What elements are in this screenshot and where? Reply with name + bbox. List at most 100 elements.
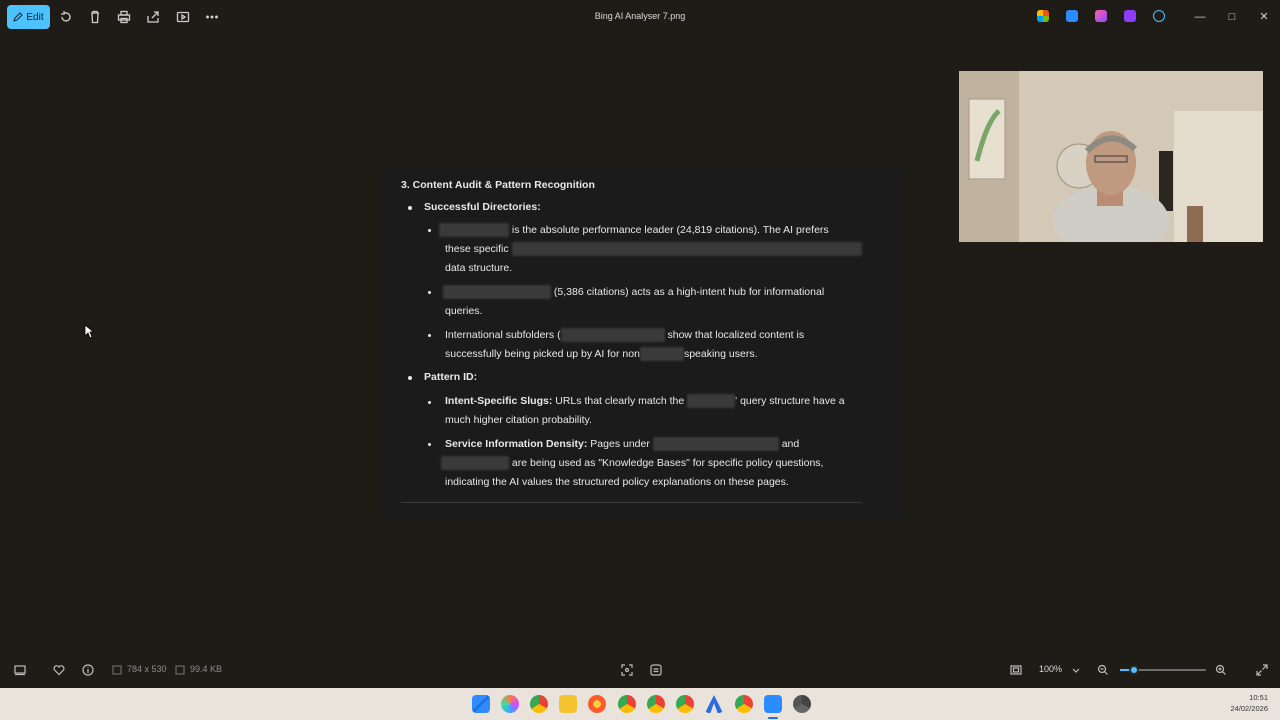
onedrive-icon[interactable] bbox=[1153, 10, 1165, 22]
sub-bullet bbox=[428, 229, 431, 232]
list-item-continuation: indicating the AI values the structured … bbox=[445, 476, 789, 488]
list-item-text: International subfolders ( bbox=[445, 329, 561, 341]
edit-button[interactable]: Edit bbox=[7, 5, 50, 29]
list-item-continuation: queries. bbox=[445, 305, 483, 317]
share-icon[interactable] bbox=[144, 8, 162, 26]
redacted-text bbox=[652, 437, 779, 452]
webcam-overlay bbox=[959, 71, 1263, 242]
chrome-dark-icon[interactable] bbox=[793, 695, 811, 713]
window-title: Bing AI Analyser 7.png bbox=[594, 11, 686, 21]
edit-label: Edit bbox=[26, 11, 44, 23]
list-item-text: successfully being picked up by AI for n… bbox=[445, 348, 640, 360]
bullet bbox=[408, 206, 412, 210]
arc-browser-icon[interactable] bbox=[705, 695, 723, 713]
more-icon[interactable] bbox=[203, 8, 221, 26]
ocr-scan-icon[interactable] bbox=[650, 663, 664, 677]
zoom-slider-thumb[interactable] bbox=[1128, 665, 1139, 675]
copilot-icon[interactable] bbox=[1037, 10, 1049, 22]
displayed-image: 3. Content Audit & Pattern Recognition S… bbox=[381, 168, 903, 520]
list-item: International subfolders ( show that loc… bbox=[445, 326, 804, 345]
list-item: (5,386 citations) acts as a high-intent … bbox=[443, 283, 824, 302]
list-item-text: these specific bbox=[445, 243, 509, 255]
list-item-continuation: successfully being picked up by AI for n… bbox=[445, 345, 758, 364]
list-item-continuation: data structure. bbox=[445, 262, 513, 274]
file-size: 99.4 KB bbox=[190, 664, 223, 674]
list-item-continuation: these specific bbox=[445, 240, 862, 259]
minimize-button[interactable]: — bbox=[1192, 9, 1208, 25]
list-item-continuation: are being used as "Knowledge Bases" for … bbox=[441, 454, 823, 473]
redacted-text bbox=[441, 456, 509, 471]
list-item-continuation: much higher citation probability. bbox=[445, 414, 592, 426]
print-icon[interactable] bbox=[115, 8, 133, 26]
active-app-indicator bbox=[768, 717, 778, 719]
image-dimensions: 784 x 530 bbox=[127, 664, 167, 674]
list-item-text: show that localized content is bbox=[667, 329, 805, 341]
designer-icon[interactable] bbox=[1066, 10, 1078, 22]
redacted-text bbox=[639, 347, 684, 362]
copilot-taskbar-icon[interactable] bbox=[501, 695, 519, 713]
fullscreen-icon[interactable] bbox=[1256, 663, 1270, 677]
sub-bullet bbox=[428, 401, 431, 404]
list-item: Intent-Specific Slugs: URLs that clearly… bbox=[445, 392, 845, 411]
chevron-down-icon[interactable] bbox=[1070, 663, 1084, 677]
zoom-out-icon[interactable] bbox=[1097, 663, 1111, 677]
zoom-level[interactable]: 100% bbox=[1039, 664, 1062, 674]
maximize-button[interactable]: □ bbox=[1224, 9, 1240, 25]
clock-date: 24/02/2026 bbox=[1230, 704, 1268, 713]
dimensions-icon bbox=[111, 663, 125, 677]
start-windows-icon[interactable] bbox=[472, 695, 490, 713]
firefox-icon[interactable] bbox=[588, 695, 606, 713]
redacted-text bbox=[443, 285, 551, 300]
horizontal-rule bbox=[401, 502, 861, 503]
fit-to-window-icon[interactable] bbox=[1010, 663, 1024, 677]
sub-bullet bbox=[428, 443, 431, 446]
mouse-cursor-icon bbox=[84, 324, 94, 339]
pattern-id-label: Pattern ID: bbox=[424, 371, 478, 383]
chrome-profile-icon[interactable] bbox=[647, 695, 665, 713]
slideshow-icon[interactable] bbox=[174, 8, 192, 26]
crop-icon[interactable] bbox=[621, 663, 635, 677]
taskbar: 10:51 24/02/2026 bbox=[0, 688, 1280, 720]
list-item-label: Service Information Density: bbox=[445, 438, 588, 450]
system-clock[interactable]: 10:51 24/02/2026 bbox=[1230, 692, 1268, 714]
list-item-text: ' query structure have a bbox=[735, 395, 845, 407]
status-bar: 784 x 530 99.4 KB 100% bbox=[0, 656, 1280, 684]
list-item-text: are being used as "Knowledge Bases" for … bbox=[511, 457, 824, 469]
list-item-text: Pages under bbox=[590, 438, 650, 450]
info-icon[interactable] bbox=[82, 663, 96, 677]
clock-time: 10:51 bbox=[1249, 693, 1268, 702]
section-heading: 3. Content Audit & Pattern Recognition bbox=[401, 179, 595, 191]
photos-icon[interactable] bbox=[764, 695, 782, 713]
delete-icon[interactable] bbox=[86, 8, 104, 26]
list-item-text: (5,386 citations) acts as a high-intent … bbox=[553, 286, 825, 298]
filmstrip-icon[interactable] bbox=[14, 663, 28, 677]
title-bar: Edit Bing AI Analyser 7.png — □ ✕ bbox=[0, 0, 1280, 34]
file-explorer-icon[interactable] bbox=[559, 695, 577, 713]
file-size-icon bbox=[174, 663, 188, 677]
webcam-person-image bbox=[959, 71, 1263, 242]
zoom-in-icon[interactable] bbox=[1215, 663, 1229, 677]
bullet bbox=[408, 376, 412, 380]
redacted-text bbox=[511, 242, 862, 257]
chrome-profile-icon[interactable] bbox=[735, 695, 753, 713]
list-item-text: is the absolute performance leader (24,8… bbox=[511, 224, 829, 236]
redacted-text bbox=[560, 328, 665, 343]
list-item: is the absolute performance leader (24,8… bbox=[439, 221, 829, 240]
redacted-text bbox=[687, 394, 736, 409]
chrome-profile-icon[interactable] bbox=[618, 695, 636, 713]
paint-icon[interactable] bbox=[1124, 10, 1136, 22]
edit-icon bbox=[13, 12, 24, 22]
chrome-profile-icon[interactable] bbox=[676, 695, 694, 713]
list-item-label: Intent-Specific Slugs: bbox=[445, 395, 553, 407]
rotate-icon[interactable] bbox=[57, 8, 75, 26]
list-item-text: and bbox=[781, 438, 800, 450]
list-item-text: speaking users. bbox=[683, 348, 758, 360]
sub-bullet bbox=[428, 334, 431, 337]
redacted-text bbox=[439, 223, 509, 238]
zoom-slider[interactable] bbox=[1120, 665, 1206, 675]
successful-directories-label: Successful Directories: bbox=[424, 201, 541, 213]
chrome-icon[interactable] bbox=[530, 695, 548, 713]
favorite-heart-icon[interactable] bbox=[53, 663, 67, 677]
clipchamp-icon[interactable] bbox=[1095, 10, 1107, 22]
close-button[interactable]: ✕ bbox=[1256, 9, 1272, 25]
